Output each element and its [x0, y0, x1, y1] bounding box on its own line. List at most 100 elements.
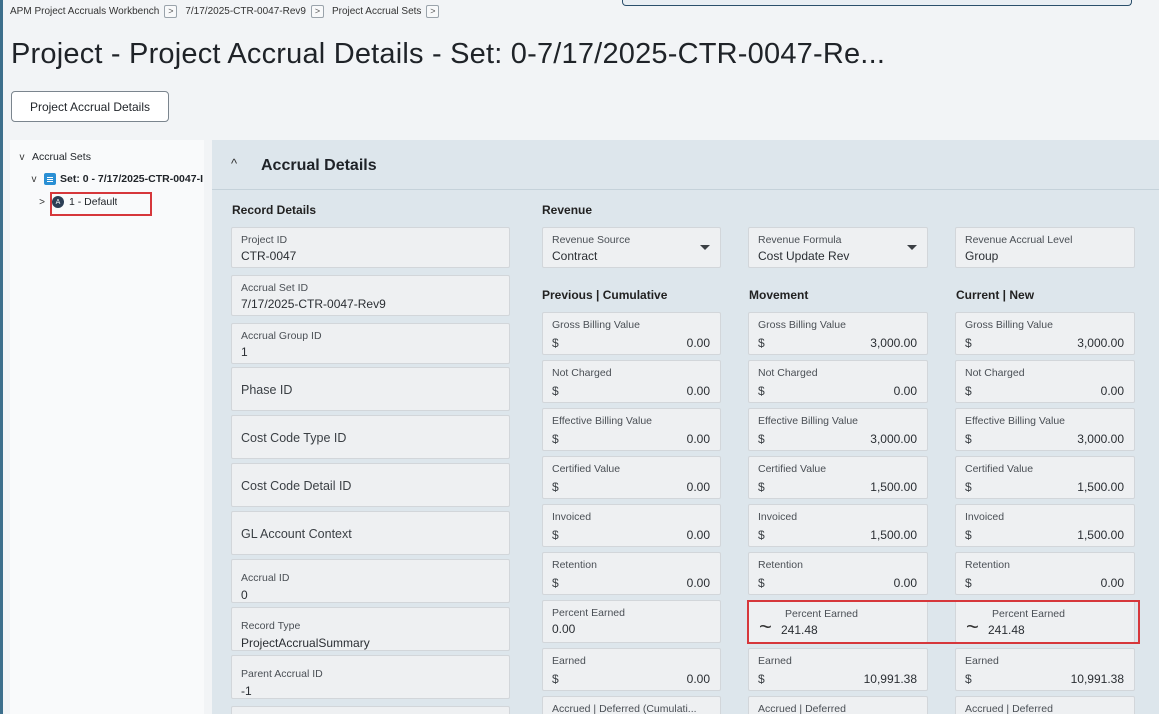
field-label: Gross Billing Value	[758, 319, 846, 331]
caret-down-icon	[907, 245, 917, 250]
movement-accrued-deferred-field[interactable]: Accrued | Deferred	[748, 696, 928, 714]
field-value: 10,991.38	[1070, 672, 1124, 686]
previous-not-charged-field[interactable]: Not Charged $ 0.00	[542, 360, 721, 403]
field-label: Accrual Group ID	[241, 330, 322, 342]
currency-symbol: $	[965, 672, 972, 686]
previous-certified-value-field[interactable]: Certified Value $ 0.00	[542, 456, 721, 499]
field-label: Retention	[758, 559, 803, 571]
revenue-accrual-level-field[interactable]: Revenue Accrual Level Group	[955, 227, 1135, 268]
movement-not-charged-field[interactable]: Not Charged $ 0.00	[748, 360, 928, 403]
chevron-down-icon[interactable]: v	[28, 174, 40, 185]
project-accrual-details-button[interactable]: Project Accrual Details	[11, 91, 169, 122]
movement-effective-billing-field[interactable]: Effective Billing Value $ 3,000.00	[748, 408, 928, 451]
field-value: 3,000.00	[1077, 432, 1124, 446]
currency-symbol: $	[965, 480, 972, 494]
field-label: Percent Earned	[552, 607, 625, 619]
chevron-right-icon[interactable]: >	[36, 197, 48, 208]
highlight-box	[50, 192, 152, 216]
field-value: 0.00	[1100, 384, 1124, 398]
field-value: 0.00	[686, 528, 710, 542]
currency-symbol: $	[758, 672, 765, 686]
cost-code-detail-id-field[interactable]: Cost Code Detail ID	[231, 463, 510, 507]
field-label: Earned	[552, 655, 586, 667]
field-label: Parent Accrual ID	[241, 668, 323, 680]
project-id-field[interactable]: Project ID CTR-0047	[231, 227, 510, 268]
record-field-cut[interactable]	[231, 706, 510, 714]
field-label: GL Account Context	[241, 527, 352, 541]
current-effective-billing-field[interactable]: Effective Billing Value $ 3,000.00	[955, 408, 1135, 451]
gl-account-context-field[interactable]: GL Account Context	[231, 511, 510, 555]
cost-code-type-id-field[interactable]: Cost Code Type ID	[231, 415, 510, 459]
field-value: 3,000.00	[870, 432, 917, 446]
field-label: Certified Value	[552, 463, 621, 475]
movement-invoiced-field[interactable]: Invoiced $ 1,500.00	[748, 504, 928, 547]
field-label: Retention	[965, 559, 1010, 571]
previous-invoiced-field[interactable]: Invoiced $ 0.00	[542, 504, 721, 547]
parent-accrual-id-field[interactable]: Parent Accrual ID -1	[231, 655, 510, 699]
current-not-charged-field[interactable]: Not Charged $ 0.00	[955, 360, 1135, 403]
field-label: Cost Code Type ID	[241, 431, 347, 445]
chevron-up-icon[interactable]: ^	[226, 156, 242, 172]
accrual-set-id-field[interactable]: Accrual Set ID 7/17/2025-CTR-0047-Rev9	[231, 275, 510, 316]
current-accrued-deferred-field[interactable]: Accrued | Deferred	[955, 696, 1135, 714]
chevron-right-icon[interactable]: >	[164, 4, 178, 18]
movement-earned-field[interactable]: Earned $ 10,991.38	[748, 648, 928, 691]
current-retention-field[interactable]: Retention $ 0.00	[955, 552, 1135, 595]
field-label: Accrual ID	[241, 572, 290, 584]
field-value: Group	[965, 249, 999, 263]
field-label: Invoiced	[965, 511, 1005, 523]
field-label: Certified Value	[758, 463, 827, 475]
current-gross-billing-field[interactable]: Gross Billing Value $ 3,000.00	[955, 312, 1135, 355]
chevron-right-icon[interactable]: >	[426, 4, 440, 18]
field-label: Gross Billing Value	[965, 319, 1053, 331]
previous-percent-earned-field[interactable]: Percent Earned 0.00	[542, 600, 721, 643]
breadcrumb-accrual-sets[interactable]: Project Accrual Sets	[332, 6, 421, 17]
current-invoiced-field[interactable]: Invoiced $ 1,500.00	[955, 504, 1135, 547]
field-value: 0.00	[893, 576, 917, 590]
currency-symbol: $	[758, 528, 765, 542]
previous-retention-field[interactable]: Retention $ 0.00	[542, 552, 721, 595]
current-certified-value-field[interactable]: Certified Value $ 1,500.00	[955, 456, 1135, 499]
highlight-box	[747, 600, 1140, 644]
page-title: Project - Project Accrual Details - Set:…	[11, 38, 886, 70]
movement-certified-value-field[interactable]: Certified Value $ 1,500.00	[748, 456, 928, 499]
field-value: 0.00	[893, 384, 917, 398]
previous-effective-billing-field[interactable]: Effective Billing Value $ 0.00	[542, 408, 721, 451]
field-label: Phase ID	[241, 383, 293, 397]
phase-id-field[interactable]: Phase ID	[231, 367, 510, 411]
breadcrumb-workbench[interactable]: APM Project Accruals Workbench	[10, 6, 159, 17]
currency-symbol: $	[758, 432, 765, 446]
field-label: Gross Billing Value	[552, 319, 640, 331]
accrual-group-id-field[interactable]: Accrual Group ID 1	[231, 323, 510, 364]
revenue-source-select[interactable]: Revenue Source Contract	[542, 227, 721, 268]
field-value: ProjectAccrualSummary	[241, 636, 370, 650]
accrual-id-field[interactable]: Accrual ID 0	[231, 559, 510, 603]
movement-gross-billing-field[interactable]: Gross Billing Value $ 3,000.00	[748, 312, 928, 355]
current-earned-field[interactable]: Earned $ 10,991.38	[955, 648, 1135, 691]
revenue-formula-select[interactable]: Revenue Formula Cost Update Rev	[748, 227, 928, 268]
currency-symbol: $	[758, 480, 765, 494]
section-header[interactable]: ^ Accrual Details	[212, 140, 1159, 190]
field-label: Invoiced	[552, 511, 592, 523]
left-rail	[0, 0, 3, 714]
field-label: Earned	[965, 655, 999, 667]
currency-symbol: $	[965, 576, 972, 590]
chevron-right-icon[interactable]: >	[310, 4, 324, 18]
field-value: 1,500.00	[870, 480, 917, 494]
record-type-field[interactable]: Record Type ProjectAccrualSummary	[231, 607, 510, 651]
field-value: 1	[241, 345, 248, 359]
field-label: Accrued | Deferred (Cumulati...	[552, 703, 697, 714]
tree-item-set[interactable]: v Set: 0 - 7/17/2025-CTR-0047-I	[28, 173, 204, 185]
field-value: CTR-0047	[241, 249, 297, 263]
movement-retention-field[interactable]: Retention $ 0.00	[748, 552, 928, 595]
previous-accrued-deferred-field[interactable]: Accrued | Deferred (Cumulati...	[542, 696, 721, 714]
field-value: 0.00	[686, 432, 710, 446]
field-value: 0.00	[686, 576, 710, 590]
tree-item-accrual-sets[interactable]: v Accrual Sets	[16, 151, 91, 163]
chevron-down-icon[interactable]: v	[16, 152, 28, 163]
breadcrumb-accrual-set[interactable]: 7/17/2025-CTR-0047-Rev9	[185, 6, 306, 17]
currency-symbol: $	[552, 672, 559, 686]
field-label: Effective Billing Value	[552, 415, 653, 427]
previous-earned-field[interactable]: Earned $ 0.00	[542, 648, 721, 691]
previous-gross-billing-field[interactable]: Gross Billing Value $ 0.00	[542, 312, 721, 355]
